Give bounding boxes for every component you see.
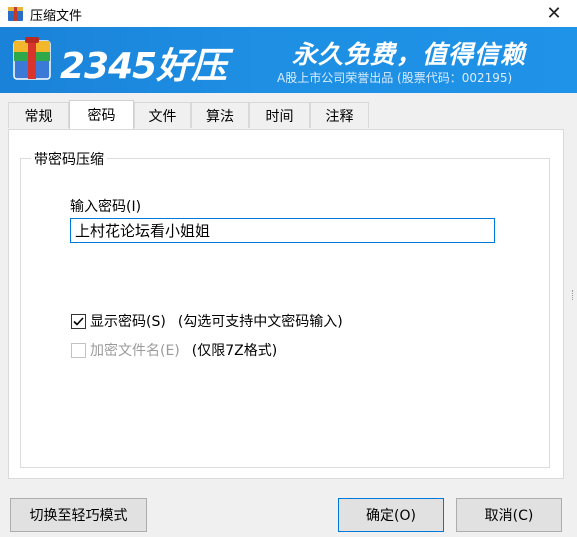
archive-logo-icon xyxy=(13,37,51,80)
cancel-button[interactable]: 取消(C) xyxy=(456,498,562,532)
encrypt-filename-checkbox xyxy=(71,342,86,358)
group-title: 带密码压缩 xyxy=(31,149,107,169)
archive-app-icon xyxy=(8,7,23,21)
tab-password[interactable]: 密码 xyxy=(69,100,134,129)
brand-banner: 2345好压 永久免费，值得信赖 A股上市公司荣誉出品 (股票代码：002195… xyxy=(0,27,577,93)
encrypt-filename-hint: (仅限7Z格式) xyxy=(191,343,278,359)
window-title: 压缩文件 xyxy=(30,9,83,24)
tab-algorithm[interactable]: 算法 xyxy=(191,102,249,128)
encrypt-filename-option: 加密文件名(E) (仅限7Z格式) xyxy=(71,340,277,360)
close-icon: ✕ xyxy=(546,3,562,24)
show-password-checkbox[interactable] xyxy=(71,313,86,329)
switch-light-mode-button[interactable]: 切换至轻巧模式 xyxy=(10,498,147,532)
password-input[interactable] xyxy=(70,218,495,243)
password-label: 输入密码(I) xyxy=(70,199,142,215)
tab-time[interactable]: 时间 xyxy=(249,102,310,128)
show-password-option[interactable]: 显示密码(S) (勾选可支持中文密码输入) xyxy=(71,311,343,331)
brand-slogan: 永久免费，值得信赖 xyxy=(292,40,527,69)
resize-grip xyxy=(572,290,576,300)
title-bar: 压缩文件 ✕ xyxy=(0,0,577,27)
company-note: A股上市公司荣誉出品 (股票代码：002195) xyxy=(277,71,513,85)
show-password-label: 显示密码(S) xyxy=(90,314,166,330)
brand-name: 2345好压 xyxy=(60,46,227,87)
close-button[interactable]: ✕ xyxy=(531,0,577,27)
tab-files[interactable]: 文件 xyxy=(134,102,191,128)
checkmark-icon xyxy=(73,316,84,326)
ok-button[interactable]: 确定(O) xyxy=(338,498,444,532)
tab-comment[interactable]: 注释 xyxy=(310,102,369,128)
show-password-hint: (勾选可支持中文密码输入) xyxy=(177,314,343,330)
tab-general[interactable]: 常规 xyxy=(8,102,69,128)
encrypt-filename-label: 加密文件名(E) xyxy=(90,343,180,359)
